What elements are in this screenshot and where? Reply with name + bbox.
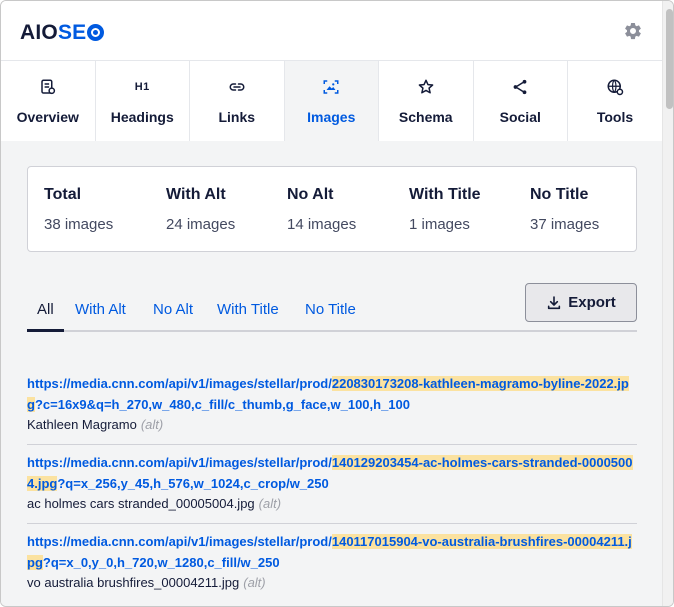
tab-headings-label: Headings: [110, 109, 174, 125]
active-filter-underline: [27, 329, 64, 332]
image-url-link[interactable]: https://media.cnn.com/api/v1/images/stel…: [27, 531, 637, 573]
filter-with-title[interactable]: With Title: [217, 301, 279, 318]
stat-value: 37 images: [530, 216, 600, 233]
tab-social-label: Social: [499, 109, 541, 125]
url-prefix: https://media.cnn.com/api/v1/images/stel…: [27, 455, 332, 470]
images-panel: Total 38 images With Alt 24 images No Al…: [1, 141, 662, 606]
tab-social[interactable]: Social: [473, 61, 568, 141]
url-prefix: https://media.cnn.com/api/v1/images/stel…: [27, 534, 332, 549]
tab-images[interactable]: Images: [284, 61, 379, 141]
list-item: https://media.cnn.com/api/v1/images/stel…: [27, 445, 637, 524]
export-button[interactable]: Export: [525, 283, 637, 322]
url-query: ?q=x_0,y_0,h_720,w_1280,c_fill/w_250: [42, 555, 280, 570]
image-url-link[interactable]: https://media.cnn.com/api/v1/images/stel…: [27, 373, 637, 415]
filter-no-alt[interactable]: No Alt: [153, 301, 193, 318]
scrollbar-thumb[interactable]: [666, 9, 673, 109]
aioseo-panel: AIOSE Overview H1 Headings Links Images …: [0, 0, 674, 607]
tab-images-label: Images: [307, 109, 356, 125]
logo-aio-text: AIO: [20, 21, 58, 44]
tab-links[interactable]: Links: [190, 61, 285, 141]
aioseo-logo: AIOSE: [20, 21, 105, 45]
tab-tools[interactable]: Tools: [568, 61, 662, 141]
share-icon: [510, 77, 530, 97]
logo-o-gear-icon: [87, 24, 105, 41]
export-label: Export: [568, 294, 616, 311]
alt-value: Kathleen Magramo: [27, 417, 137, 432]
filter-no-title[interactable]: No Title: [305, 301, 356, 318]
stat-title: With Alt: [166, 186, 226, 203]
list-item: https://media.cnn.com/api/v1/images/stel…: [27, 524, 637, 602]
logo-se-text: SE: [57, 21, 87, 44]
url-query: ?q=x_256,y_45,h_576,w_1024,c_crop/w_250: [57, 476, 329, 491]
settings-gear-icon[interactable]: [623, 21, 643, 41]
vertical-scrollbar[interactable]: [662, 1, 673, 606]
stat-with-alt: With Alt 24 images: [166, 186, 235, 233]
link-icon: [227, 77, 247, 97]
image-icon: [321, 77, 341, 97]
filter-with-alt[interactable]: With Alt: [75, 301, 126, 318]
tab-overview-label: Overview: [16, 109, 79, 125]
tab-schema[interactable]: Schema: [379, 61, 474, 141]
image-list: https://media.cnn.com/api/v1/images/stel…: [27, 367, 637, 602]
stat-value: 14 images: [287, 216, 357, 233]
stat-title: Total: [44, 186, 82, 203]
image-alt-text: Kathleen Magramo (alt): [27, 415, 637, 435]
stat-title: With Title: [409, 186, 481, 203]
tab-schema-label: Schema: [398, 109, 453, 125]
stat-no-alt: No Alt 14 images: [287, 186, 356, 233]
stat-value: 38 images: [44, 216, 114, 233]
image-alt-text: ac holmes cars stranded_00005004.jpg (alt…: [27, 494, 637, 514]
star-icon: [416, 77, 436, 97]
stat-total: Total 38 images: [44, 186, 113, 233]
download-icon: [548, 295, 561, 309]
alt-value: ac holmes cars stranded_00005004.jpg: [27, 496, 255, 511]
overview-icon: [38, 77, 58, 97]
stat-value: 1 images: [409, 216, 470, 233]
globe-tools-icon: [605, 77, 625, 97]
image-alt-text: vo australia brushfires_00004211.jpg (alt…: [27, 573, 637, 593]
filter-all[interactable]: All: [37, 301, 54, 318]
h1-icon: H1: [134, 81, 150, 93]
stat-title: No Title: [530, 186, 589, 203]
tab-overview[interactable]: Overview: [1, 61, 96, 141]
stat-title: No Alt: [287, 186, 334, 203]
image-stats-card: Total 38 images With Alt 24 images No Al…: [27, 166, 637, 252]
filter-divider: [27, 330, 637, 332]
tab-headings[interactable]: H1 Headings: [95, 61, 190, 141]
list-item: https://media.cnn.com/api/v1/images/stel…: [27, 367, 637, 445]
tab-tools-label: Tools: [596, 109, 634, 125]
tab-links-label: Links: [218, 109, 256, 125]
stat-with-title: With Title 1 images: [409, 186, 481, 233]
stat-value: 24 images: [166, 216, 236, 233]
alt-tag: (alt): [258, 496, 282, 511]
url-prefix: https://media.cnn.com/api/v1/images/stel…: [27, 376, 332, 391]
alt-tag: (alt): [243, 575, 266, 590]
image-url-link[interactable]: https://media.cnn.com/api/v1/images/stel…: [27, 452, 637, 494]
url-query: ?c=16x9&q=h_270,w_480,c_fill/c_thumb,g_f…: [34, 397, 410, 412]
alt-tag: (alt): [140, 417, 164, 432]
alt-value: vo australia brushfires_00004211.jpg: [27, 575, 240, 590]
main-tabs: Overview H1 Headings Links Images Schema: [1, 61, 662, 141]
stat-no-title: No Title 37 images: [530, 186, 599, 233]
panel-header: AIOSE: [1, 1, 662, 61]
